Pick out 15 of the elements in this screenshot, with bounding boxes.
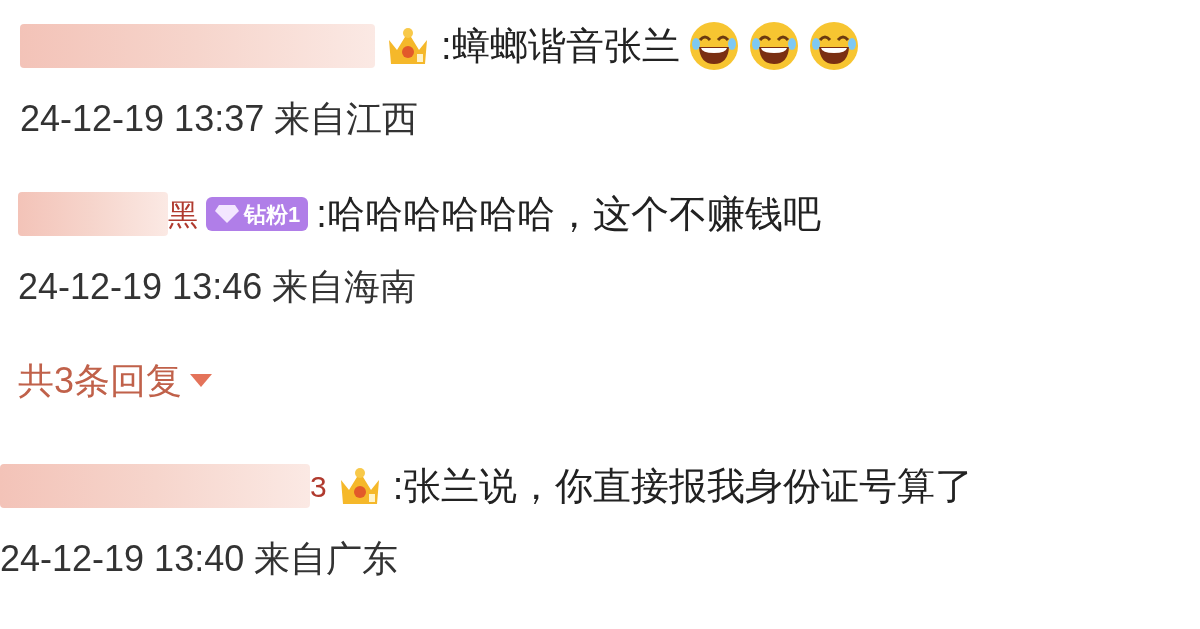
fan-badge: 钻粉1	[206, 197, 309, 231]
laughing-emoji-icon	[747, 20, 800, 72]
laughing-emoji-icon	[807, 20, 860, 72]
comment-text: :张兰说，你直接报我身份证号算了	[392, 463, 974, 509]
comment-text: :哈哈哈哈哈哈，这个不赚钱吧	[316, 191, 821, 237]
comment-meta: 24-12-19 13:46 来自海南	[18, 265, 418, 309]
diamond-icon	[214, 204, 240, 224]
laughing-emoji-icon	[687, 20, 740, 72]
user-name[interactable]: 黑	[168, 191, 198, 237]
user-name[interactable]: 3	[310, 463, 327, 509]
caret-down-icon	[190, 374, 213, 388]
replies-link[interactable]: 共3条回复	[18, 354, 213, 408]
comment-meta: 24-12-19 13:37 来自江西	[20, 97, 420, 141]
comment-meta: 24-12-19 13:40 来自广东	[0, 537, 400, 581]
comment-text: :蟑螂谐音张兰	[441, 23, 680, 69]
